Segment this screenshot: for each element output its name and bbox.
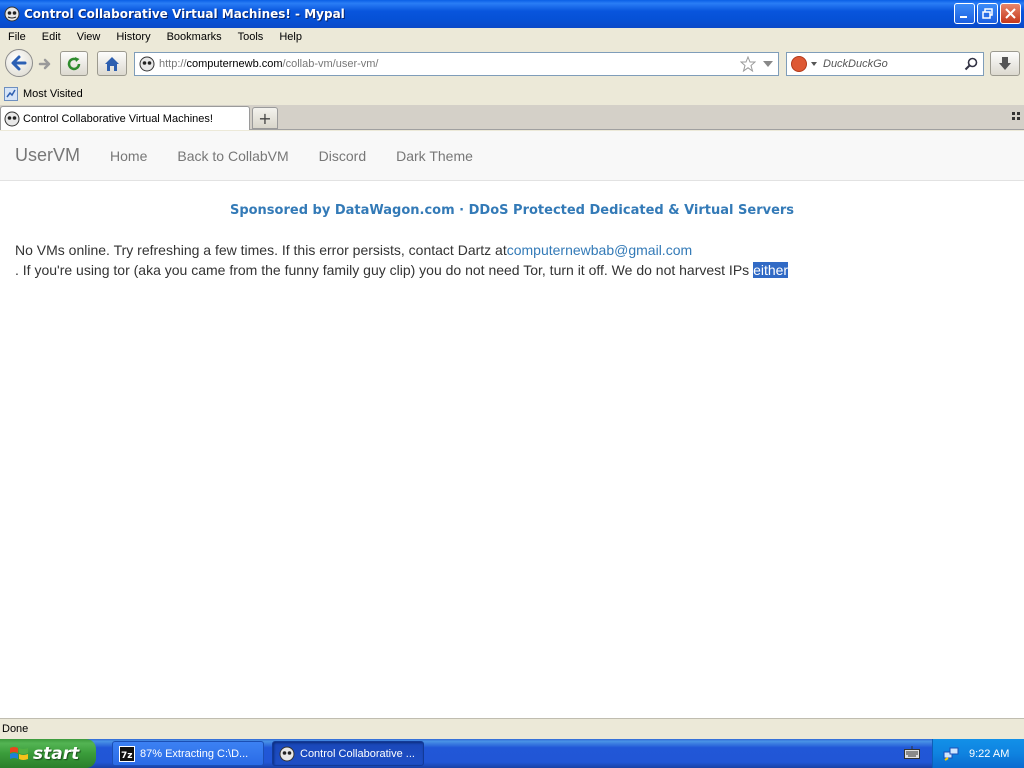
url-protocol: http:// [159,58,187,70]
taskbar-item-label: 87% Extracting C:\D... [140,747,249,760]
nav-link-dark-theme[interactable]: Dark Theme [396,148,473,164]
home-icon [105,56,119,71]
taskbar-item-label: Control Collaborative ... [300,747,415,760]
search-icon[interactable] [964,57,978,71]
restore-button[interactable] [977,3,998,24]
menu-edit[interactable]: Edit [34,31,69,43]
menu-bar: File Edit View History Bookmarks Tools H… [0,28,1024,46]
new-tab-button[interactable]: + [252,107,278,129]
nav-link-home[interactable]: Home [110,148,147,164]
system-tray: 9:22 AM [932,739,1024,768]
tab-strip: Control Collaborative Virtual Machines! … [0,105,1024,130]
taskbar: start 7z 87% Extracting C:\D... Control … [0,739,1024,768]
mypal-app-icon [4,6,20,22]
site-navbar: UserVM Home Back to CollabVM Discord Dar… [0,131,1024,181]
bookmark-most-visited[interactable]: Most Visited [23,88,83,100]
7zip-icon: 7z [119,745,135,762]
nav-link-back-to-collabvm[interactable]: Back to CollabVM [177,148,288,164]
back-arrow-icon [11,55,27,71]
nav-link-discord[interactable]: Discord [319,148,366,164]
back-button[interactable] [5,49,33,77]
mypal-icon [279,746,295,761]
status-text: Done [2,723,29,735]
url-host: computernewb.com [186,58,283,70]
most-visited-icon [4,87,18,101]
web-page: UserVM Home Back to CollabVM Discord Dar… [0,131,1024,718]
downloads-button[interactable] [990,51,1020,76]
window-titlebar[interactable]: Control Collaborative Virtual Machines! … [0,0,1024,28]
menu-history[interactable]: History [108,31,158,43]
restore-icon [982,8,993,19]
tab-list-icon[interactable] [1012,112,1020,120]
message-text-1: No VMs online. Try refreshing a few time… [15,242,507,258]
download-arrow-icon [999,56,1011,70]
window-controls [954,3,1021,24]
site-identity-icon[interactable] [139,56,155,72]
start-label: start [33,743,80,764]
window-title: Control Collaborative Virtual Machines! … [24,7,345,21]
svg-text:7z: 7z [121,751,133,761]
menu-bookmarks[interactable]: Bookmarks [159,31,230,43]
selected-text: either [753,262,789,278]
tab-title: Control Collaborative Virtual Machines! [23,112,213,125]
reload-icon [67,56,81,70]
url-history-dropdown-icon[interactable] [763,61,773,67]
minimize-button[interactable] [954,3,975,24]
menu-tools[interactable]: Tools [230,31,272,43]
close-icon [1005,8,1016,19]
bookmarks-toolbar: Most Visited [0,84,1024,104]
network-icon[interactable] [943,746,959,762]
url-path: /collab-vm/user-vm/ [282,58,379,70]
taskbar-item-extracting[interactable]: 7z 87% Extracting C:\D... [112,741,264,766]
tab-active[interactable]: Control Collaborative Virtual Machines! [0,106,250,130]
search-bar[interactable]: DuckDuckGo [786,52,984,76]
forward-button[interactable] [35,54,55,74]
taskbar-item-browser[interactable]: Control Collaborative ... [272,741,424,766]
menu-help[interactable]: Help [271,31,310,43]
sponsor-banner[interactable]: Sponsored by DataWagon.com · DDoS Protec… [0,203,1024,218]
menu-file[interactable]: File [0,31,34,43]
error-message: No VMs online. Try refreshing a few time… [15,240,1024,280]
navigation-toolbar: http://computernewb.com/collab-vm/user-v… [0,46,1024,82]
address-bar[interactable]: http://computernewb.com/collab-vm/user-v… [134,52,779,76]
minimize-icon [960,16,967,18]
message-text-2: . If you're using tor (aka you came from… [15,262,754,278]
close-button[interactable] [1000,3,1021,24]
forward-arrow-icon [38,58,51,70]
tab-favicon-icon [4,111,20,126]
reload-button[interactable] [60,51,88,76]
status-bar: Done [0,718,1024,739]
menu-view[interactable]: View [69,31,109,43]
windows-flag-icon [10,746,28,760]
search-placeholder: DuckDuckGo [823,58,888,70]
home-button[interactable] [97,51,127,76]
engine-dropdown-icon[interactable] [811,62,817,66]
clock[interactable]: 9:22 AM [969,748,1009,760]
duckduckgo-icon[interactable] [791,56,807,72]
start-button[interactable]: start [0,739,96,768]
site-brand[interactable]: UserVM [15,145,80,166]
bookmark-star-icon[interactable] [740,56,756,72]
keyboard-icon[interactable] [904,746,920,760]
contact-email-link[interactable]: computernewbab@gmail.com [507,242,692,258]
